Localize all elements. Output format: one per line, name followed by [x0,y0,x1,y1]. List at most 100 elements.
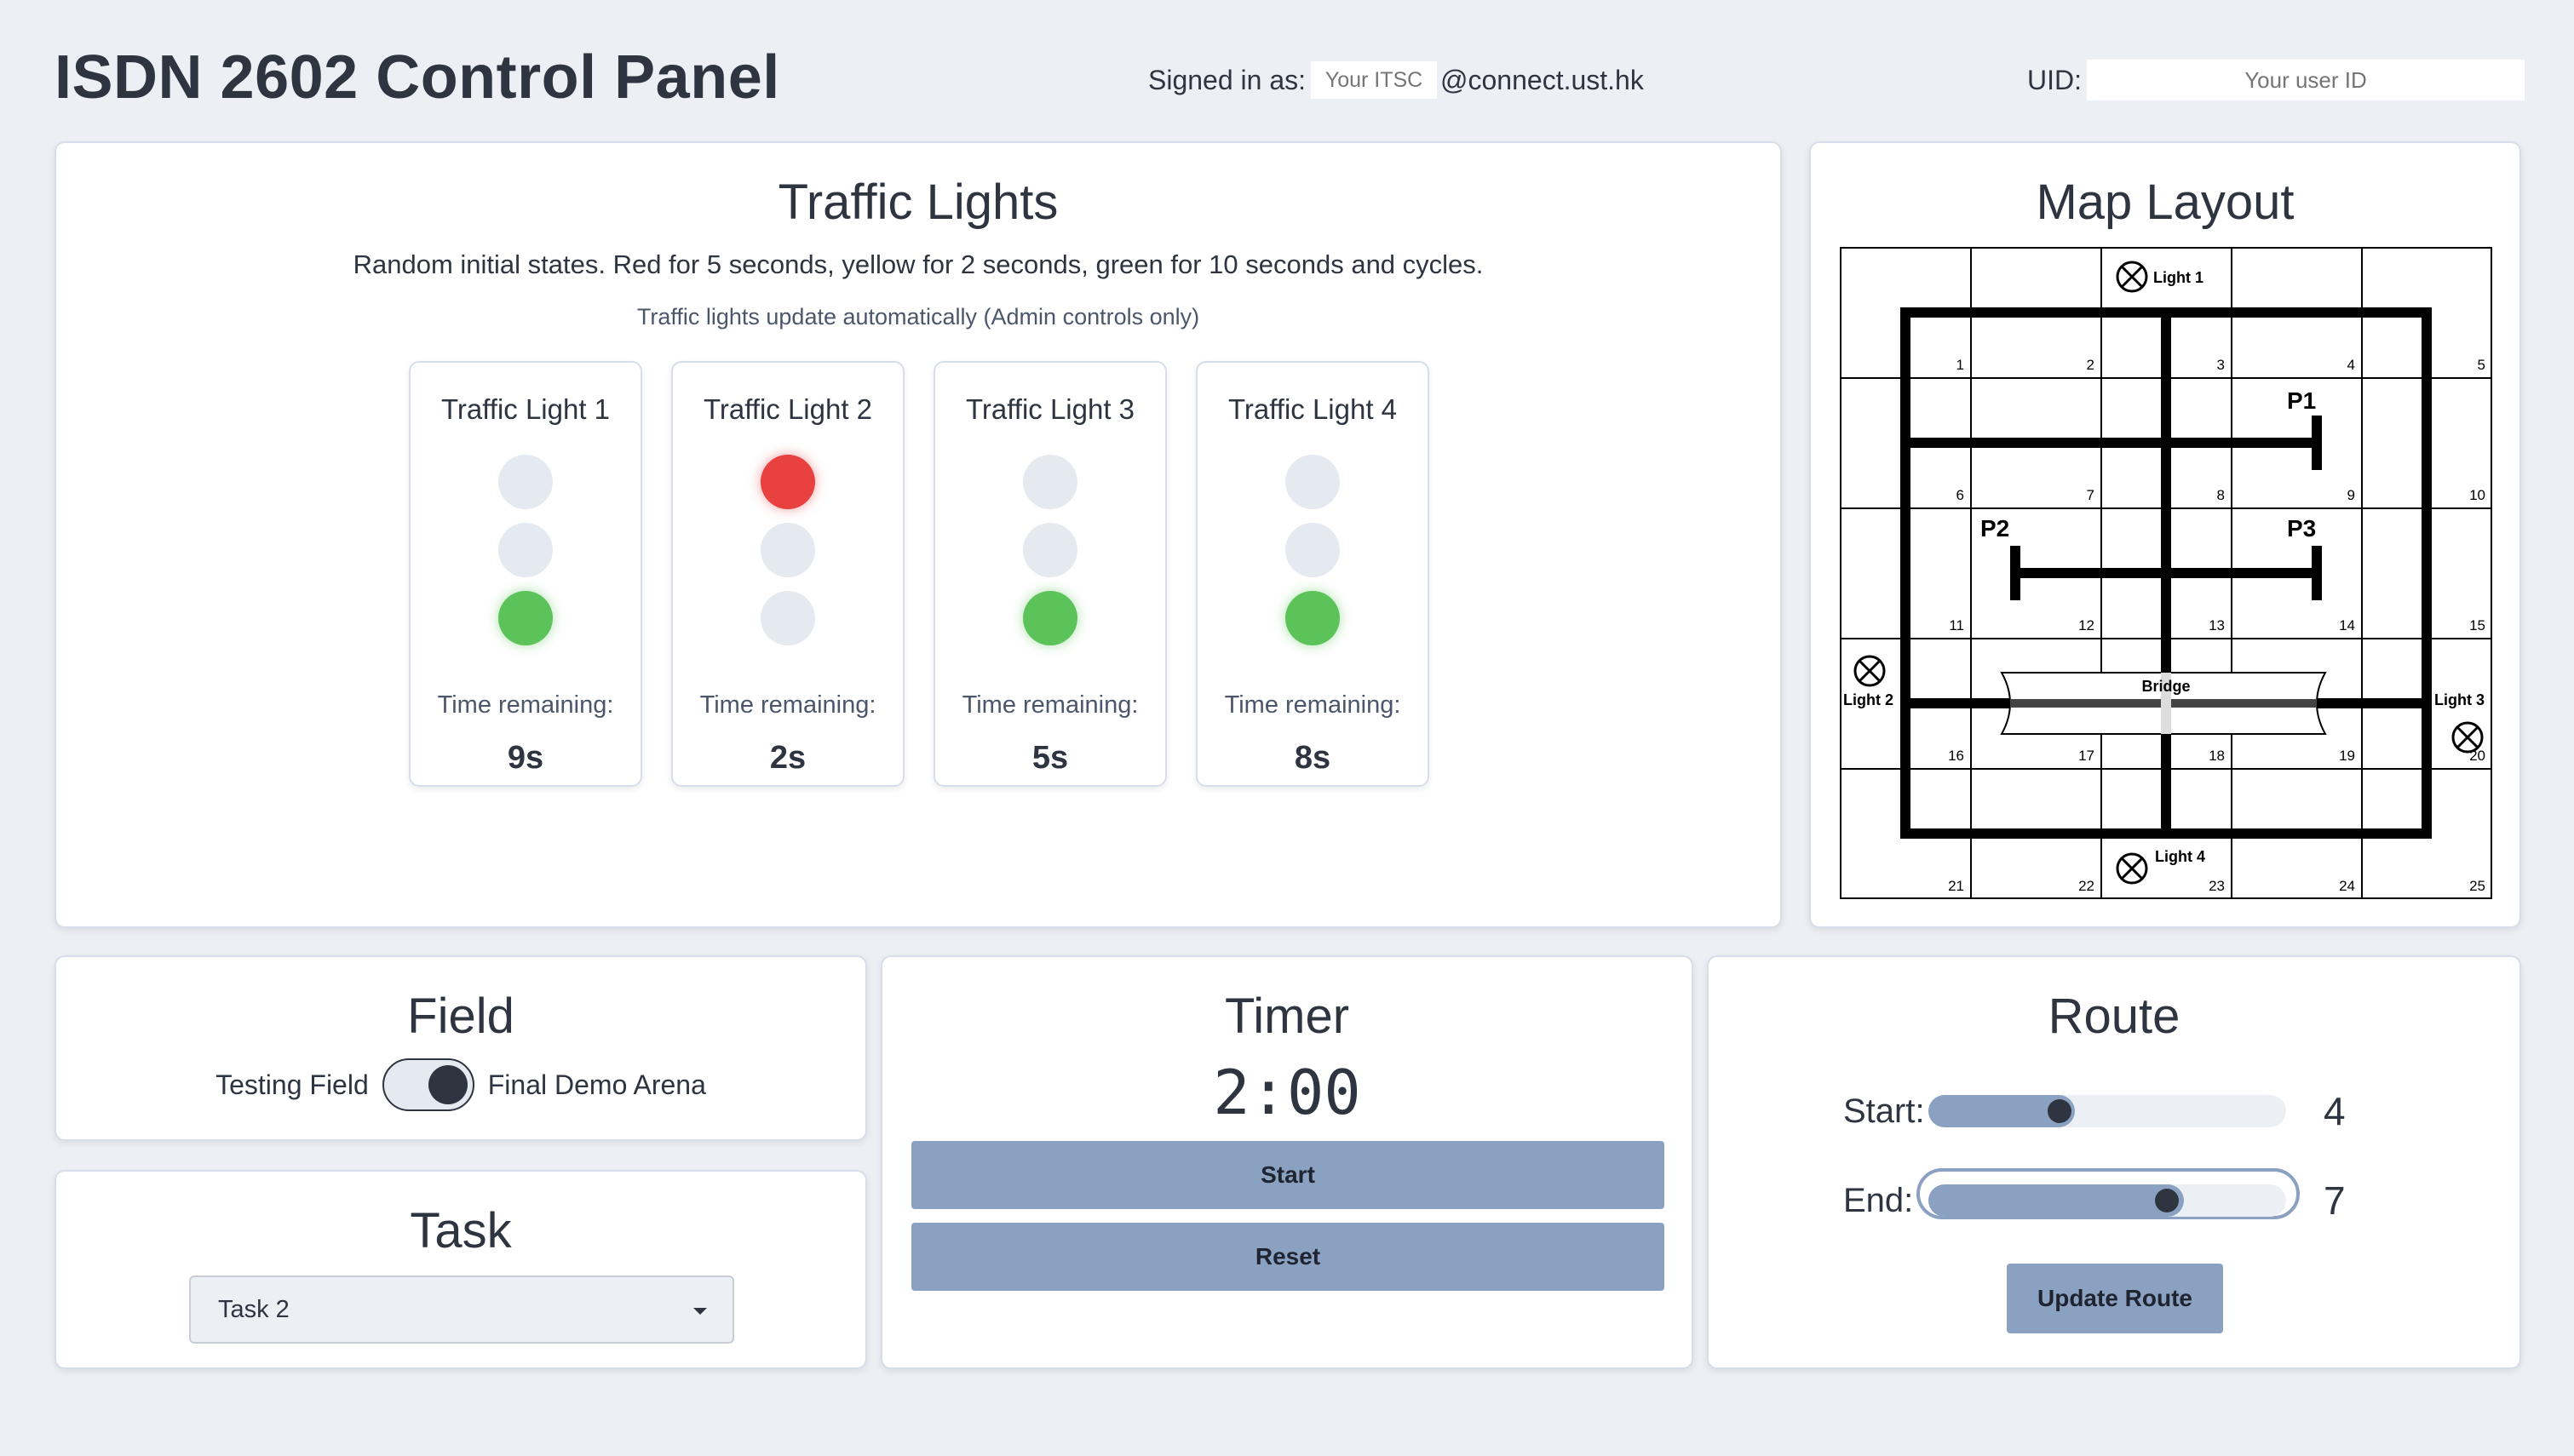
map-layout-title: Map Layout [2036,175,2295,230]
end-value: 7 [2324,1178,2346,1223]
signed-in-label: Signed in as: [1148,64,1307,95]
cell-number: 5 [2478,357,2485,373]
end-slider[interactable] [1928,1184,2286,1217]
traffic-lights-card: Traffic Lights Random initial states. Re… [55,141,1782,928]
cell-number: 20 [2469,748,2485,764]
start-button[interactable]: Start [911,1141,1664,1209]
red-bulb [1023,455,1077,509]
p2-label: P2 [1980,515,2009,542]
traffic-light-4: Traffic Light 4 Time remaining: 8s [1196,361,1429,787]
bridge-label: Bridge [2141,678,2190,695]
map-bridge: Bridge [2000,672,2327,735]
cell-number: 18 [2209,748,2225,764]
end-label: End: [1843,1181,1914,1219]
traffic-light-name: Traffic Light 2 [703,393,873,425]
cell-number: 22 [2078,878,2094,894]
traffic-light-1: Traffic Light 1 Time remaining: 9s [409,361,642,787]
light-4-label: Light 4 [2155,848,2205,865]
yellow-bulb [1023,523,1077,577]
bulb-stack [1198,455,1428,645]
red-bulb [1285,455,1340,509]
cell-number: 9 [2347,487,2355,503]
timer-card: Timer 2:00 Start Reset [881,955,1693,1369]
cell-number: 3 [2217,357,2225,373]
time-remaining-value: 9s [507,740,544,776]
time-remaining-label: Time remaining: [1224,691,1401,719]
start-slider-thumb[interactable] [2048,1099,2071,1123]
light-2-label: Light 2 [1843,691,1893,708]
cell-number: 1 [1956,357,1964,373]
bulb-stack [673,455,903,645]
traffic-light-2: Traffic Light 2 Time remaining: 2s [671,361,905,787]
red-bulb [761,455,815,509]
email-domain: @connect.ust.hk [1440,64,1644,95]
cell-number: 15 [2469,617,2485,633]
cell-number: 25 [2469,878,2485,894]
cell-number: 2 [2087,357,2094,373]
start-slider[interactable] [1928,1095,2286,1127]
cell-number: 24 [2339,878,2355,894]
uid-input[interactable] [2087,60,2525,100]
p1-label: P1 [2287,387,2316,414]
cell-number: 19 [2339,748,2355,764]
final-demo-arena-label: Final Demo Arena [487,1069,706,1100]
start-slider-row: Start: 4 [1843,1088,2346,1134]
field-toggle-row: Testing Field Final Demo Arena [56,1058,865,1111]
green-bulb [1285,591,1340,645]
green-bulb [498,591,553,645]
cell-number: 12 [2078,617,2094,633]
update-route-button[interactable]: Update Route [2007,1264,2223,1333]
task-selected-value: Task 2 [218,1295,290,1323]
cell-number: 4 [2347,357,2355,373]
caret-down-icon [693,1308,707,1315]
reset-button[interactable]: Reset [911,1223,1664,1291]
traffic-lights-description: Random initial states. Red for 5 seconds… [353,249,1484,279]
itsc-input[interactable] [1311,61,1438,99]
yellow-bulb [1285,523,1340,577]
timer-title: Timer [1224,989,1350,1044]
route-title: Route [2048,989,2180,1044]
page-title: ISDN 2602 Control Panel [55,43,780,112]
cell-number: 6 [1956,487,1964,503]
green-bulb [1023,591,1077,645]
field-title: Field [407,989,514,1044]
timer-display: 2:00 [1213,1057,1361,1128]
uid-label: UID: [2027,65,2082,95]
time-remaining-value: 5s [1031,740,1069,776]
start-label: Start: [1843,1092,1925,1130]
end-slider-thumb[interactable] [2155,1189,2179,1212]
cell-number: 16 [1948,748,1964,764]
start-value: 4 [2324,1089,2346,1133]
traffic-lights-note: Traffic lights update automatically (Adm… [636,304,1200,330]
end-slider-row: End: 7 [1843,1178,2346,1224]
bulb-stack [411,455,641,645]
map-diagram: Bridge P1 P2 P3 Light 1 Light 2 Light 3 … [1840,247,2492,899]
cell-number: 17 [2078,748,2094,764]
task-card: Task Task 2 [55,1170,867,1369]
light-3-label: Light 3 [2434,691,2485,708]
light-1-label: Light 1 [2153,269,2203,286]
p3-label: P3 [2287,515,2316,542]
cell-number: 14 [2339,617,2355,633]
cell-number: 10 [2469,487,2485,503]
yellow-bulb [761,523,815,577]
task-select[interactable]: Task 2 [189,1275,734,1344]
cell-number: 8 [2217,487,2225,503]
cell-number: 13 [2209,617,2225,633]
end-slider-fill [1928,1184,2184,1217]
yellow-bulb [498,523,553,577]
cell-number: 21 [1948,878,1964,894]
green-bulb [761,591,815,645]
cell-numbers: 1 2 3 4 5 6 7 8 9 10 11 12 13 14 15 16 1… [1948,357,2485,894]
map-layout-card: Map Layout Bridge P1 P2 P3 Light 1 Light… [1809,141,2521,928]
cell-number: 7 [2087,487,2094,503]
bulb-stack [935,455,1165,645]
time-remaining-value: 8s [1294,740,1331,776]
testing-field-label: Testing Field [215,1069,369,1100]
cell-number: 11 [1949,617,1964,633]
time-remaining-label: Time remaining: [962,691,1139,719]
traffic-lights-row: Traffic Light 1 Time remaining: 9s Traff… [409,361,1429,787]
signin-area: Signed in as: @connect.ust.hk [1148,61,1644,99]
field-toggle[interactable] [382,1058,474,1111]
traffic-light-3: Traffic Light 3 Time remaining: 5s [934,361,1167,787]
